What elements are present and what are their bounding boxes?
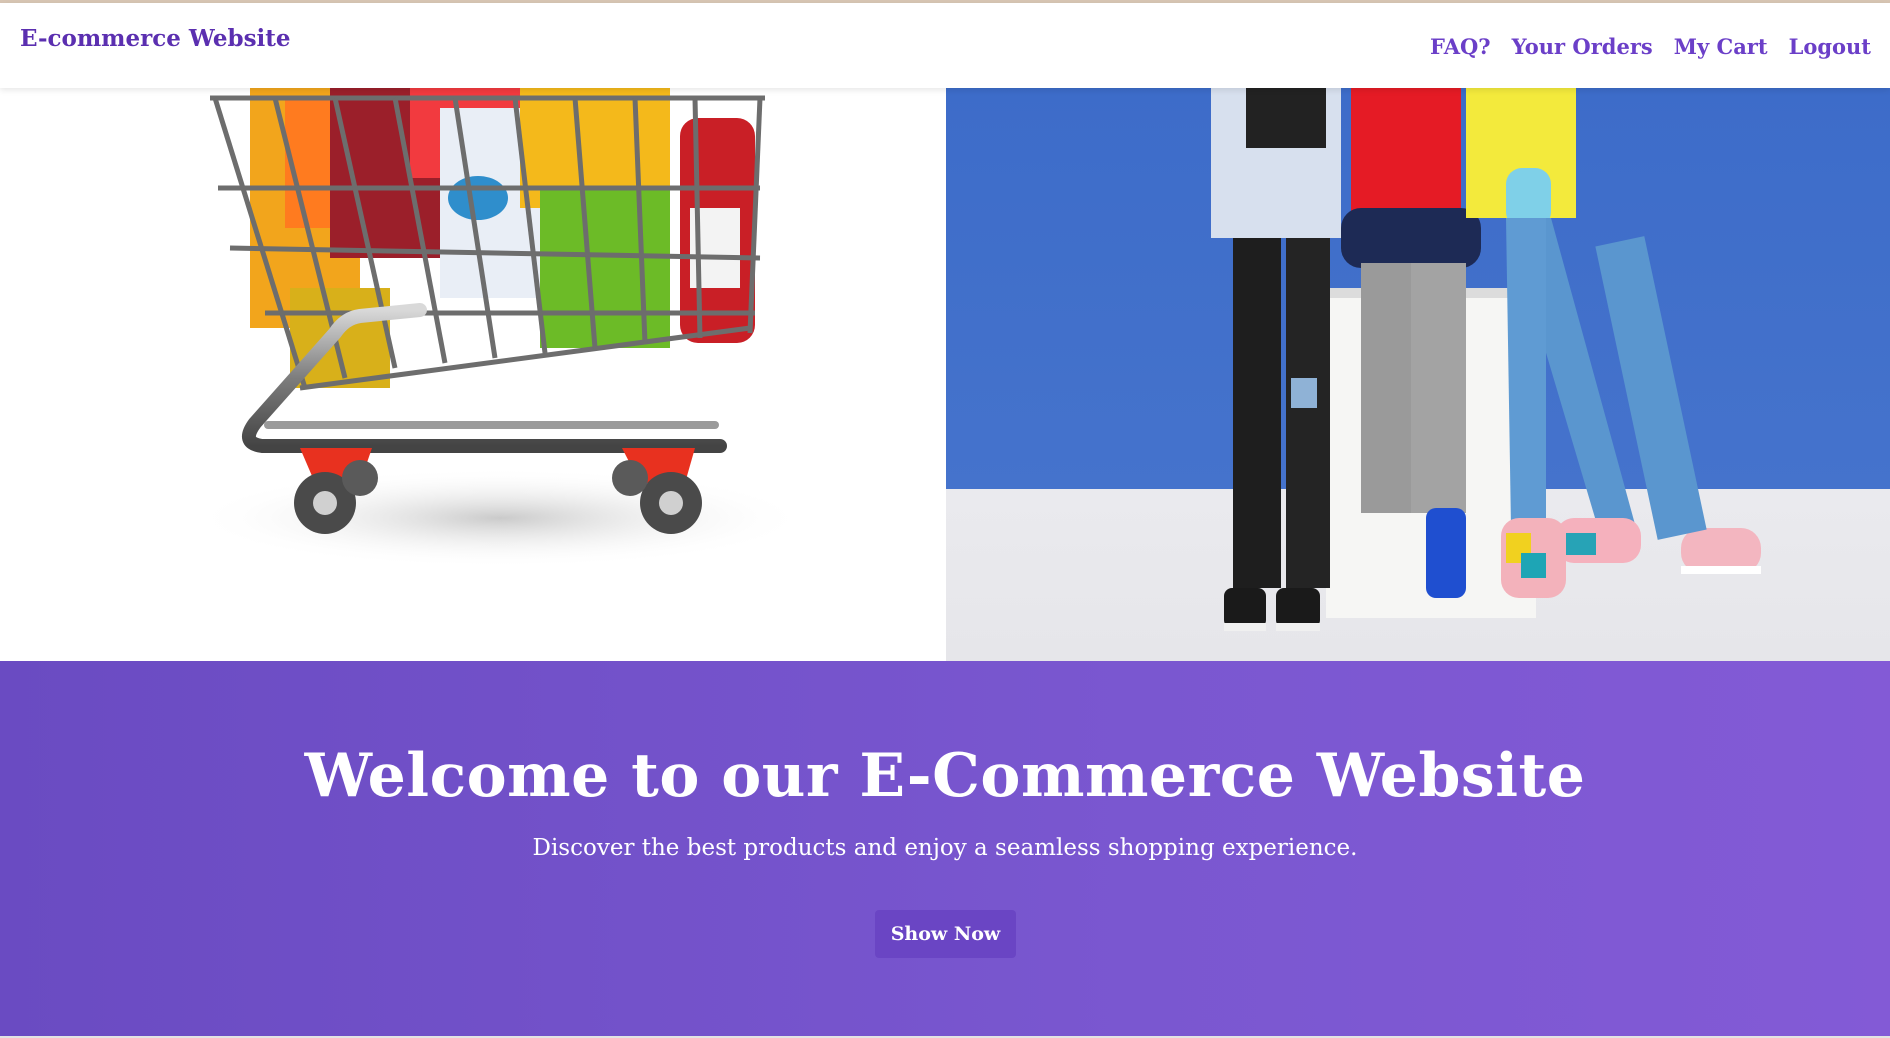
hero-title: Welcome to our E-Commerce Website	[304, 741, 1586, 811]
banner-carousel	[0, 88, 1890, 661]
nav-link-your-orders[interactable]: Your Orders	[1512, 34, 1653, 59]
hero-subtitle: Discover the best products and enjoy a s…	[532, 835, 1358, 861]
fashion-people-image	[946, 88, 1890, 661]
shopping-cart-illustration	[190, 88, 810, 568]
hero-section: Welcome to our E-Commerce Website Discov…	[0, 661, 1890, 1038]
fashion-people-illustration	[1211, 88, 1761, 631]
brand-logo[interactable]: E-commerce Website	[20, 25, 291, 52]
nav-link-my-cart[interactable]: My Cart	[1674, 34, 1768, 59]
nav-link-logout[interactable]: Logout	[1789, 34, 1871, 59]
navbar: E-commerce Website FAQ? Your Orders My C…	[0, 3, 1890, 88]
show-now-button[interactable]: Show Now	[875, 910, 1016, 958]
nav-link-faq[interactable]: FAQ?	[1430, 34, 1491, 59]
nav-links: FAQ? Your Orders My Cart Logout	[1430, 34, 1871, 59]
shopping-cart-image	[0, 88, 946, 661]
